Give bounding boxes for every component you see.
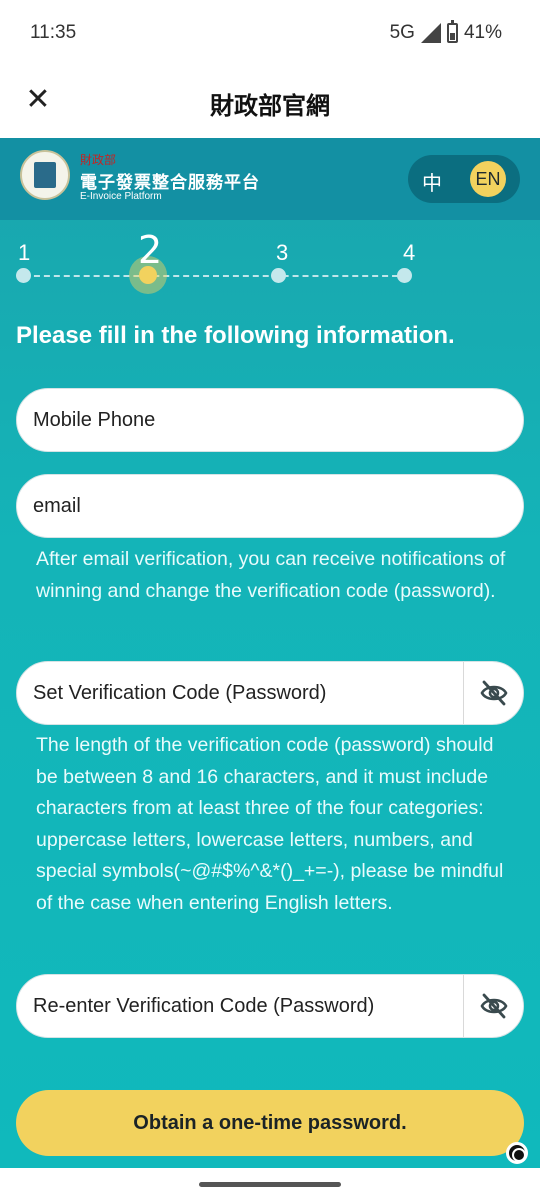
email-field[interactable]	[16, 474, 524, 538]
main-content: 財政部 電子發票整合服務平台 E-Invoice Platform 中 EN 1…	[0, 138, 540, 1168]
floating-indicator-icon[interactable]	[506, 1142, 528, 1164]
app-bar: ✕ 財政部官網	[0, 64, 540, 138]
battery-icon	[446, 20, 458, 43]
stepper-line	[24, 275, 408, 277]
step-3-label: 3	[276, 240, 289, 265]
password-helper-text: The length of the verification code (pas…	[36, 734, 504, 914]
toggle-confirm-visibility[interactable]	[463, 975, 523, 1037]
confirm-password-input[interactable]	[33, 975, 453, 1037]
step-1-dot	[16, 268, 31, 283]
password-field[interactable]	[16, 661, 524, 725]
logo-ministry-name: 財政部	[80, 153, 117, 167]
network-label: 5G	[389, 22, 415, 43]
lang-en-option[interactable]: EN	[470, 161, 506, 197]
lang-zh-option[interactable]: 中	[422, 167, 442, 196]
confirm-password-field[interactable]	[16, 974, 524, 1038]
mobile-phone-input[interactable]	[33, 389, 453, 451]
home-gesture-handle[interactable]	[199, 1182, 341, 1187]
signal-icon	[420, 23, 441, 43]
eye-off-icon	[480, 993, 508, 1019]
password-input[interactable]	[33, 662, 453, 724]
platform-header: 財政部 電子發票整合服務平台 E-Invoice Platform 中 EN	[0, 138, 540, 220]
status-bar: 11:35 5G 41%	[0, 0, 540, 64]
logo-platform-subtitle: E-Invoice Platform	[80, 191, 162, 202]
form-heading: Please fill in the following information…	[16, 322, 455, 349]
eye-off-icon	[480, 680, 508, 706]
progress-stepper: 1 2 3 4	[0, 228, 540, 294]
step-4-label: 4	[403, 240, 416, 265]
system-nav-bar	[0, 1168, 540, 1200]
obtain-otp-button[interactable]: Obtain a one-time password.	[16, 1090, 524, 1156]
page-title: 財政部官網	[210, 93, 330, 120]
status-indicators: 5G 41%	[389, 20, 502, 44]
logo-platform-name: 電子發票整合服務平台	[80, 173, 260, 192]
step-4-dot	[397, 268, 412, 283]
status-time: 11:35	[30, 22, 77, 43]
step-2-dot	[139, 266, 157, 284]
step-1-label: 1	[18, 240, 31, 265]
language-toggle[interactable]: 中 EN	[408, 155, 520, 203]
mobile-phone-field[interactable]	[16, 388, 524, 452]
email-input[interactable]	[33, 475, 453, 537]
step-3-dot	[271, 268, 286, 283]
ministry-seal-logo	[20, 150, 70, 200]
battery-percent: 41%	[463, 22, 502, 43]
toggle-password-visibility[interactable]	[463, 662, 523, 724]
email-helper-text: After email verification, you can receiv…	[36, 548, 506, 602]
